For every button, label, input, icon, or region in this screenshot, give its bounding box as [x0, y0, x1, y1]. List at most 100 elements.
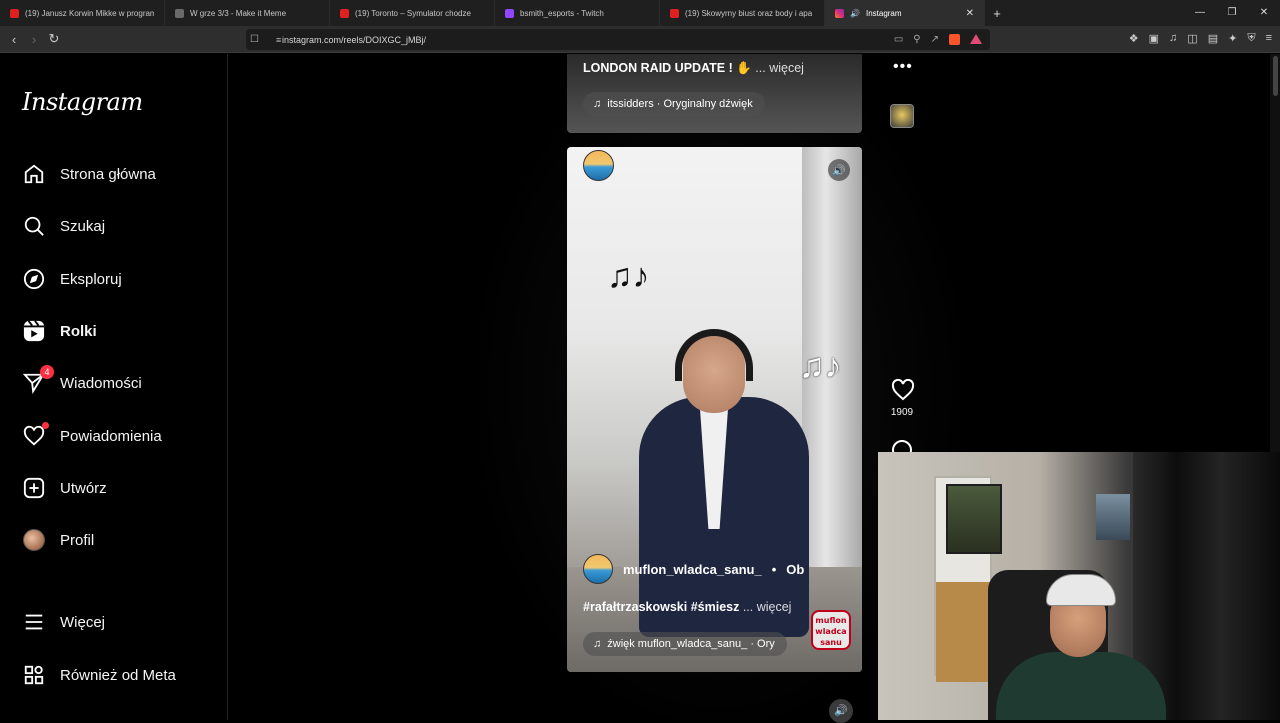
brave-rewards-icon[interactable]	[970, 34, 982, 44]
caption-text: LONDON RAID UPDATE ! ✋	[583, 61, 752, 75]
leo-ai-icon[interactable]: ✦	[1228, 32, 1237, 45]
cast-icon[interactable]: ▭	[894, 34, 903, 45]
sidebar-item-label: Również od Meta	[60, 666, 176, 684]
sidebar-item-label: Szukaj	[60, 217, 106, 235]
tab-make-it-meme[interactable]: W grze 3/3 - Make it Meme	[165, 0, 330, 26]
sidebar-item-home[interactable]: Strona główna	[22, 159, 156, 189]
sidebar-item-also-from-meta[interactable]: Również od Meta	[22, 660, 176, 690]
heart-icon	[22, 422, 49, 448]
extension-icons: ❖ ▣ ♫ ◫ ▤ ✦ ⛨ ≡	[1129, 32, 1272, 45]
sidebar-item-notifications[interactable]: Powiadomienia	[22, 421, 162, 451]
close-icon[interactable]: ✕	[966, 8, 974, 19]
tab-instagram[interactable]: 🔊 Instagram ✕	[825, 0, 985, 26]
sidebar-item-messages[interactable]: 4 Wiadomości	[22, 365, 142, 398]
compass-icon	[22, 267, 46, 291]
messages-badge: 4	[40, 365, 54, 379]
hamburger-icon	[22, 610, 46, 634]
sidebar-item-label: Rolki	[60, 322, 97, 340]
reload-icon[interactable]: ↻	[44, 31, 64, 47]
sidebar-item-search[interactable]: Szukaj	[22, 211, 105, 241]
tab-title: W grze 3/3 - Make it Meme	[190, 8, 287, 18]
reel-author: muflon_wladca_sanu_ • Ob	[583, 554, 804, 584]
reel-caption: #rafałtrzaskowski #śmiesz ... więcej	[583, 600, 791, 614]
wallet-icon[interactable]: ▤	[1208, 32, 1218, 45]
sidebar-item-profile[interactable]: Profil	[22, 525, 94, 555]
tab-youtube-skowyrny[interactable]: (19) Skowyrny biust oraz body i apa	[660, 0, 825, 26]
previous-reel[interactable]: LONDON RAID UPDATE ! ✋ ... więcej ♫ itssi…	[567, 54, 862, 133]
address-bar[interactable]: ☐ ≡ instagram.com/reels/DOIXGC_jMBj/ ▭ ⚲…	[246, 29, 990, 50]
sidebar-item-reels[interactable]: Rolki	[22, 316, 97, 346]
scrollbar-thumb[interactable]	[1273, 56, 1278, 96]
profile-avatar-wrapper	[22, 528, 46, 552]
new-tab-button[interactable]: +	[985, 6, 1009, 21]
tab-twitch[interactable]: bsmith_esports - Twitch	[495, 0, 660, 26]
sidebar-item-label: Profil	[60, 531, 95, 549]
volume-icon[interactable]: 🔊	[829, 699, 853, 723]
volume-icon[interactable]: 🔊	[828, 159, 850, 181]
screenshot-icon[interactable]: ▣	[1149, 32, 1159, 45]
sidebar-item-create[interactable]: Utwórz	[22, 473, 107, 503]
plus-square-icon	[22, 476, 46, 500]
music-note-icon: ♫	[593, 98, 602, 110]
vpn-icon[interactable]: ⛨	[1247, 32, 1255, 45]
tab-title: (19) Janusz Korwin Mikke w program	[25, 8, 154, 18]
audio-thumbnail[interactable]	[890, 104, 914, 128]
sidebar-item-label: Utwórz	[60, 479, 107, 497]
notification-dot	[42, 422, 49, 429]
youtube-icon	[670, 8, 679, 18]
menu-icon[interactable]: ≡	[1266, 32, 1272, 45]
avatar	[23, 529, 45, 551]
streamer-cap	[1046, 574, 1116, 606]
more-link[interactable]: ... więcej	[743, 600, 792, 614]
audio-chip[interactable]: ♫ itssidders · Oryginalny dźwięk	[583, 92, 765, 116]
caption-text: #rafałtrzaskowski #śmiesz	[583, 600, 740, 614]
avatar[interactable]	[583, 554, 613, 584]
extensions-icon[interactable]: ❖	[1129, 32, 1139, 45]
site-settings-icon[interactable]: ≡	[276, 35, 281, 45]
more-options-icon[interactable]: •••	[893, 58, 913, 76]
audio-chip[interactable]: ♫ źwięk muflon_wladca_sanu_ · Ory	[583, 632, 787, 656]
meta-grid-icon	[22, 663, 46, 687]
follow-button[interactable]: Ob	[786, 562, 804, 577]
brave-shields-icon[interactable]	[949, 34, 960, 45]
tab-title: (19) Skowyrny biust oraz body i apa	[685, 8, 813, 18]
sidebar-item-label: Strona główna	[60, 165, 156, 183]
mim-icon	[175, 8, 184, 18]
sidebar-item-explore[interactable]: Eksploruj	[22, 264, 122, 294]
heart-icon	[891, 378, 914, 401]
webcam-poster	[946, 484, 1002, 554]
tab-youtube-korwin[interactable]: (19) Janusz Korwin Mikke w program	[0, 0, 165, 26]
separator: •	[771, 561, 777, 577]
sidebar-icon[interactable]: ◫	[1187, 32, 1197, 45]
more-link[interactable]: ... więcej	[755, 61, 804, 75]
restore-icon[interactable]: ❐	[1216, 0, 1248, 26]
speaker-icon: 🔊	[850, 8, 860, 18]
channel-avatar[interactable]	[583, 150, 614, 181]
instagram-logo[interactable]: Instagram	[22, 88, 143, 116]
twitch-icon	[505, 8, 514, 18]
tab-youtube-toronto[interactable]: (19) Toronto – Symulator chodze	[330, 0, 495, 26]
reel-video[interactable]: ♫♪ ♫♪ 🔊 muflon_wladca_sanu_ • Ob #rafałt…	[567, 147, 862, 672]
tab-title: (19) Toronto – Symulator chodze	[355, 8, 471, 18]
minimize-icon[interactable]: —	[1184, 0, 1216, 26]
sidebar-item-more[interactable]: Więcej	[22, 607, 105, 637]
share-icon[interactable]: ↗	[931, 34, 939, 45]
close-window-icon[interactable]: ✕	[1248, 0, 1280, 26]
like-button[interactable]	[890, 378, 915, 407]
music-notes-icon: ♫♪	[799, 347, 842, 385]
toolbar: ‹ › ↻ ☐ ≡ instagram.com/reels/DOIXGC_jMB…	[0, 26, 1280, 53]
youtube-icon	[340, 8, 349, 18]
like-count: 1909	[890, 407, 914, 418]
sidebar-item-label: Wiadomości	[60, 374, 142, 392]
forward-icon[interactable]: ›	[24, 32, 44, 47]
address-actions: ▭ ⚲ ↗	[894, 34, 990, 45]
bookmark-icon[interactable]: ☐	[250, 34, 259, 45]
music-icon[interactable]: ♫	[1169, 32, 1177, 45]
zoom-icon[interactable]: ⚲	[913, 34, 920, 45]
youtube-icon	[10, 8, 19, 18]
previous-reel-caption: LONDON RAID UPDATE ! ✋ ... więcej	[583, 61, 804, 76]
instagram-icon	[835, 8, 844, 18]
back-icon[interactable]: ‹	[4, 32, 24, 47]
streamer-hoodie	[996, 652, 1166, 720]
username[interactable]: muflon_wladca_sanu_	[623, 562, 762, 577]
